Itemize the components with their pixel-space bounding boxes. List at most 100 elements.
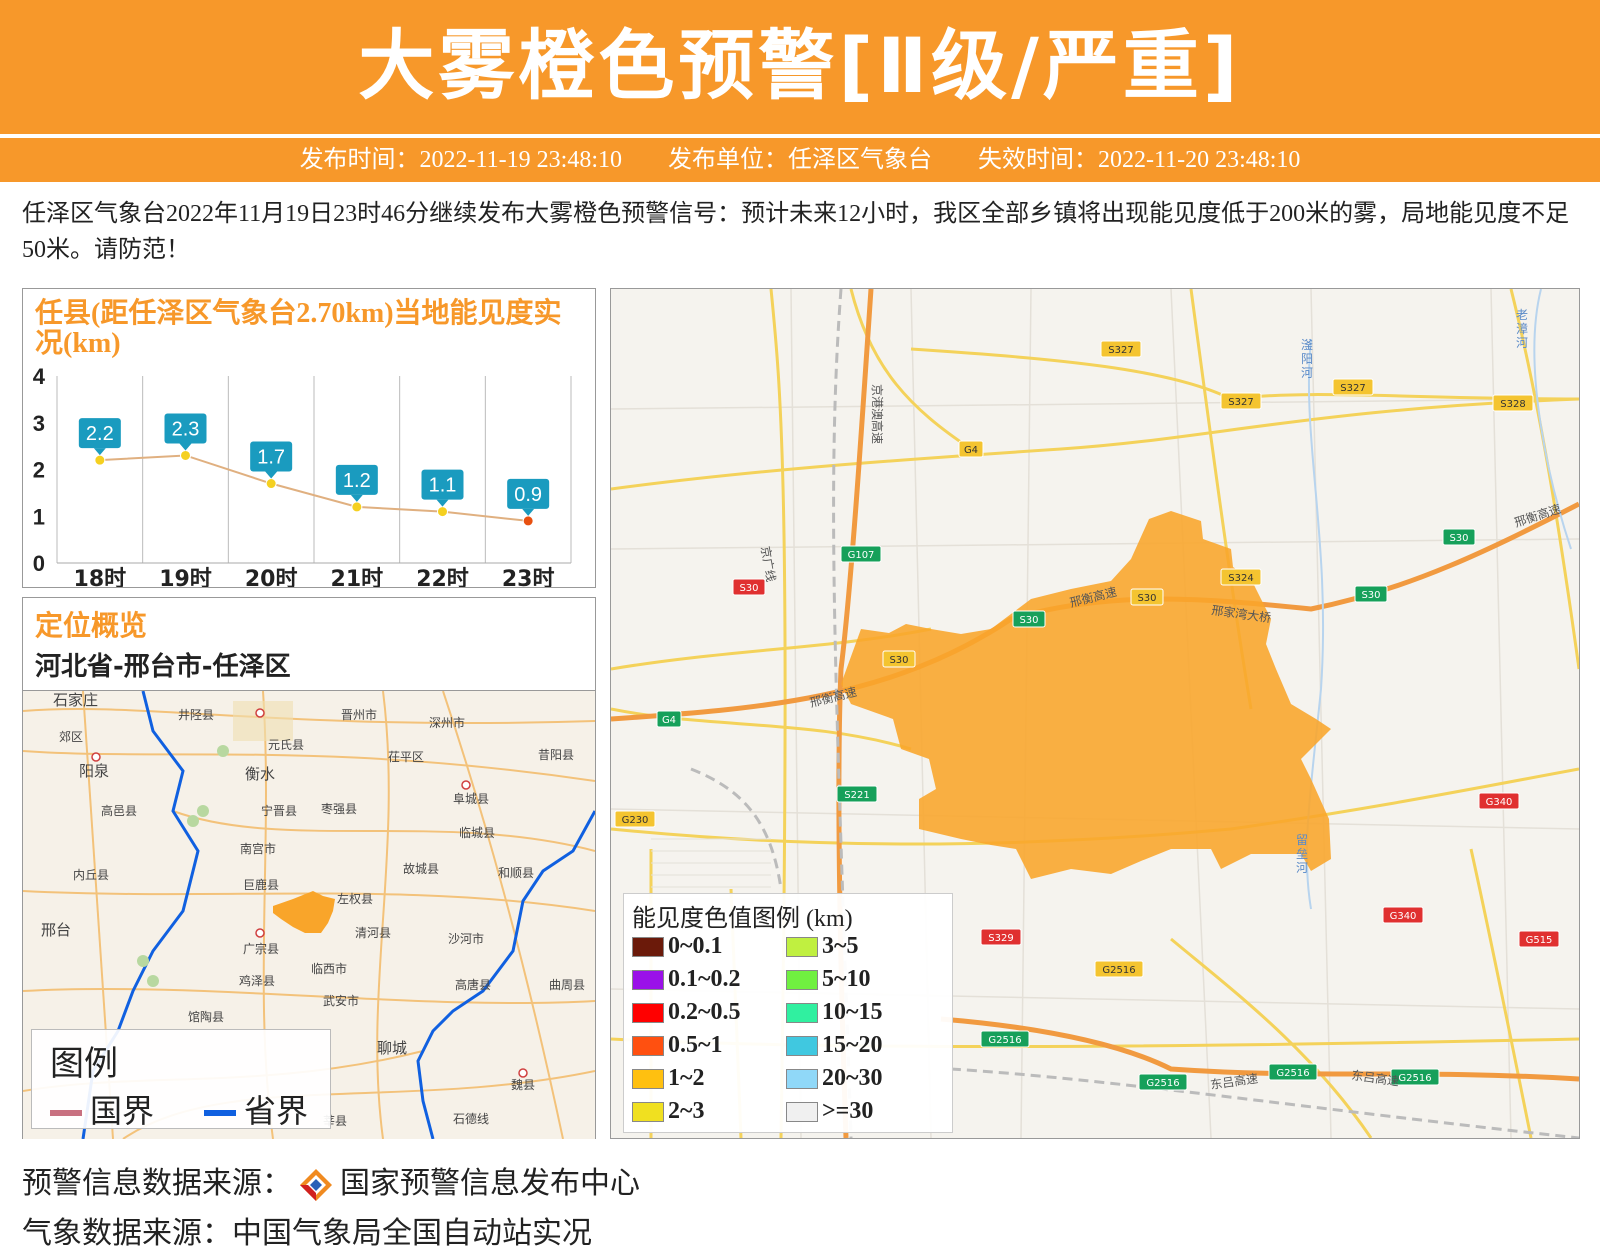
overview-green-area xyxy=(187,815,199,827)
visibility-point[interactable] xyxy=(437,506,448,518)
chart-x-tick: 23时 xyxy=(502,567,555,587)
point-value-label: 1.1 xyxy=(429,475,457,497)
overview-green-area xyxy=(147,975,159,987)
legend-item: 0.2~0.5 xyxy=(632,998,740,1026)
warning-source: 预警信息数据来源： 国家预警信息发布中心 xyxy=(22,1158,640,1203)
overview-place-label: 魏县 xyxy=(511,1077,535,1092)
legend-item: 0.5~1 xyxy=(632,1031,722,1059)
warning-description: 任泽区气象台2022年11月19日23时46分继续发布大雾橙色预警信号：预计未来… xyxy=(22,201,1570,263)
overview-place-label: 广宗县 xyxy=(243,941,279,956)
visibility-chart-panel: 任县(距任泽区气象台2.70km)当地能见度实况(km) 0 1 2 3 4 2.2 18时… xyxy=(22,288,596,588)
overview-highlight-region[interactable] xyxy=(273,891,335,933)
legend-label: 0.1~0.2 xyxy=(668,966,741,992)
overview-place-label: 宁晋县 xyxy=(261,803,297,818)
overview-place-label: 阳泉 xyxy=(79,762,109,780)
location-panel: 定位概览 河北省-邢台市-任泽区 石家庄 井陉县 晋州市 深州市 郊区 阳泉 元氏县 衡水 阜城… xyxy=(22,597,596,1139)
visibility-point[interactable] xyxy=(265,478,277,490)
road-shield-label: G2516 xyxy=(1146,1078,1179,1089)
road-shield-label: S327 xyxy=(1340,383,1365,394)
overview-place-label: 高邑县 xyxy=(101,803,137,818)
river-name-label: 滏阳河 xyxy=(1301,338,1313,380)
publish-time: 发布时间：2022-11-19 23:48:10 xyxy=(299,147,622,173)
road-shield-label: S30 xyxy=(1137,593,1156,604)
legend-item: 2~3 xyxy=(632,1097,704,1125)
road-shield-label: G2516 xyxy=(1398,1073,1431,1084)
point-label-pointer xyxy=(179,443,192,451)
overview-place-label: 故城县 xyxy=(403,861,439,876)
map-provincial-road xyxy=(611,397,1579,491)
road-shield-label: G230 xyxy=(622,815,649,826)
road-shield-label: G4 xyxy=(662,715,676,726)
legend-label: 10~15 xyxy=(822,999,883,1025)
overview-road xyxy=(172,810,595,852)
overview-place-label: 聊城 xyxy=(377,1039,407,1057)
overview-place-label: 衡水 xyxy=(245,765,275,783)
visibility-point[interactable] xyxy=(94,454,106,466)
overview-place-label: 石家庄 xyxy=(53,691,98,709)
visibility-point[interactable] xyxy=(351,501,363,513)
map-minor-road xyxy=(1490,289,1512,1138)
map-provincial-road xyxy=(1469,848,1533,1138)
overview-green-area xyxy=(197,805,209,817)
point-value-label: 0.9 xyxy=(514,484,542,506)
road-shield-label: S30 xyxy=(889,655,908,666)
overview-place-label: 高唐县 xyxy=(455,977,491,992)
overview-place-label: 南宫市 xyxy=(240,841,276,856)
overview-place-label: 临西市 xyxy=(311,961,347,976)
overview-map[interactable]: 石家庄 井陉县 晋州市 深州市 郊区 阳泉 元氏县 衡水 阜城县 昔阳县 高邑县 宁晋县 枣强县 临城县南… xyxy=(23,690,595,1139)
legend-swatch xyxy=(632,1102,664,1123)
road-shield-label: S327 xyxy=(1228,397,1253,408)
info-bar: 发布时间：2022-11-19 23:48:10 发布单位：任泽区气象台 失效时… xyxy=(0,138,1600,182)
legend-item: 15~20 xyxy=(786,1031,882,1059)
legend-item: 0.1~0.2 xyxy=(632,965,740,993)
overview-city-marker xyxy=(91,752,101,762)
map-expressway xyxy=(940,1016,1579,1082)
legend-swatch xyxy=(786,937,818,958)
province-border-label: 省界 xyxy=(244,1092,309,1130)
overview-city-marker xyxy=(255,708,265,718)
visibility-point[interactable] xyxy=(180,449,191,461)
overview-place-label: 武安市 xyxy=(323,993,359,1008)
road-shield-label: G340 xyxy=(1390,911,1417,922)
road-shield-label: G107 xyxy=(848,550,875,561)
chart-x-tick: 18时 xyxy=(74,567,127,587)
legend-label: 5~10 xyxy=(822,966,871,992)
warning-center-logo-icon xyxy=(300,1168,332,1201)
expire-time: 失效时间：2022-11-20 23:48:10 xyxy=(978,147,1301,173)
overview-place-label: 内丘县 xyxy=(73,868,109,882)
road-shield-label: S30 xyxy=(739,583,758,594)
legend-item: 5~10 xyxy=(786,965,870,993)
chart-x-tick: 19时 xyxy=(159,567,212,587)
chart-y-tick: 1 xyxy=(33,504,45,529)
visibility-point[interactable] xyxy=(522,515,534,527)
road-name-label: 京港澳高速 xyxy=(870,384,885,444)
legend-label: 2~3 xyxy=(668,1098,705,1124)
road-shield-label: S221 xyxy=(844,790,869,801)
overview-legend-title: 图例 xyxy=(50,1044,118,1084)
overview-road xyxy=(23,987,595,1005)
map-provincial-road xyxy=(910,347,1579,401)
road-shield-label: G4 xyxy=(964,445,978,456)
main-map[interactable]: S327 S327 S327 S328 G4 G107 S30 S30 S30 S30 S324 S3… xyxy=(610,288,1580,1139)
map-railway xyxy=(950,1067,1579,1138)
national-border-label: 国界 xyxy=(90,1092,155,1130)
point-value-label: 2.2 xyxy=(86,423,114,445)
legend-item: 0~0.1 xyxy=(632,932,722,960)
district-highlight-region[interactable] xyxy=(841,511,1331,879)
visibility-chart: 0 1 2 3 4 2.2 18时 2.3 19时 1.7 20时 1.2 21时 1.1 22时 0.9 23… xyxy=(33,364,572,587)
overview-place-label: 巨鹿县 xyxy=(243,877,279,892)
legend-swatch xyxy=(786,1036,818,1057)
overview-city-area xyxy=(233,701,293,741)
warning-source-org: 国家预警信息发布中心 xyxy=(340,1166,640,1201)
legend-province-border: 省界 xyxy=(204,1086,308,1132)
road-shield-label: G340 xyxy=(1486,797,1513,808)
legend-label: 0~0.1 xyxy=(668,933,723,959)
legend-swatch xyxy=(632,1069,664,1090)
overview-place-label: 左权县 xyxy=(337,891,373,906)
overview-place-label: 枣强县 xyxy=(321,802,357,816)
overview-place-label: 深州市 xyxy=(429,715,465,730)
overview-place-label: 和顺县 xyxy=(498,866,534,880)
location-path: 河北省-邢台市-任泽区 xyxy=(35,652,291,682)
visibility-legend: 能见度色值图例 (km) 0~0.1 0.1~0.2 0.2~0.5 0.5~1 1~2… xyxy=(623,893,953,1133)
road-name-label: 京广线 xyxy=(758,545,778,583)
